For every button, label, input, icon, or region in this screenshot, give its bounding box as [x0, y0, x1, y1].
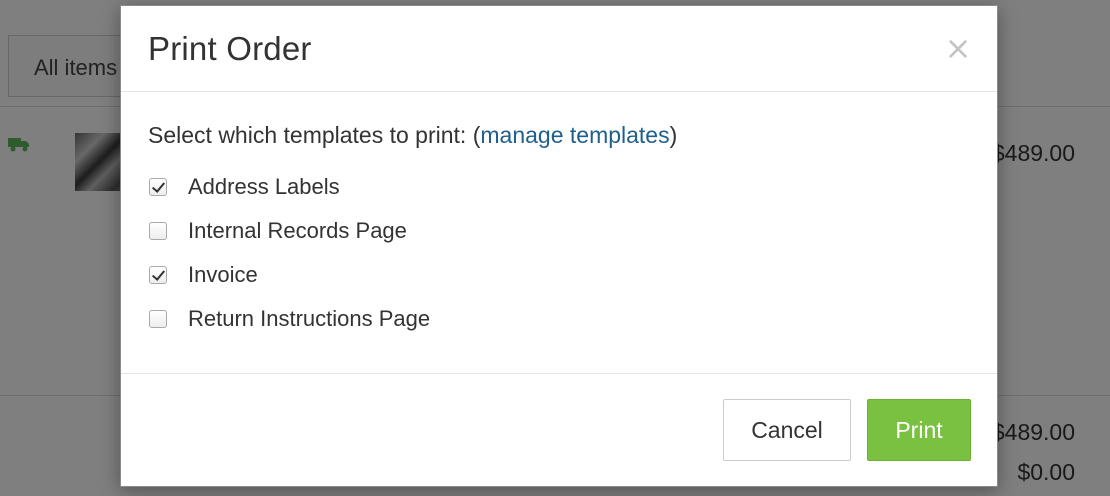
dialog-title: Print Order [148, 30, 312, 67]
print-order-dialog: Print Order × Select which templates to … [120, 5, 998, 487]
option-label: Return Instructions Page [188, 306, 431, 331]
option-address-labels[interactable]: Address Labels [148, 165, 970, 209]
option-internal-records-page[interactable]: Internal Records Page [148, 209, 970, 253]
close-icon[interactable]: × [943, 32, 973, 64]
checkbox-icon[interactable] [149, 178, 167, 196]
checkbox-icon[interactable] [149, 266, 167, 284]
option-label: Internal Records Page [188, 218, 407, 243]
option-label: Invoice [188, 262, 258, 287]
option-invoice[interactable]: Invoice [148, 253, 970, 297]
checkbox-icon[interactable] [149, 310, 167, 328]
prompt-text-end: ) [669, 122, 678, 148]
dialog-footer: Cancel Print [121, 374, 997, 486]
option-return-instructions-page[interactable]: Return Instructions Page [148, 297, 970, 341]
template-options: Address Labels Internal Records Page Inv… [148, 165, 970, 341]
prompt-text: Select which templates to print: ( [148, 122, 481, 148]
option-label: Address Labels [188, 174, 340, 199]
checkbox-icon[interactable] [149, 222, 167, 240]
template-prompt: Select which templates to print: (manage… [148, 122, 970, 149]
dialog-header: Print Order × [121, 6, 997, 92]
cancel-button[interactable]: Cancel [723, 399, 851, 461]
dialog-body: Select which templates to print: (manage… [121, 92, 997, 374]
print-button[interactable]: Print [867, 399, 971, 461]
manage-templates-link[interactable]: manage templates [480, 122, 669, 148]
